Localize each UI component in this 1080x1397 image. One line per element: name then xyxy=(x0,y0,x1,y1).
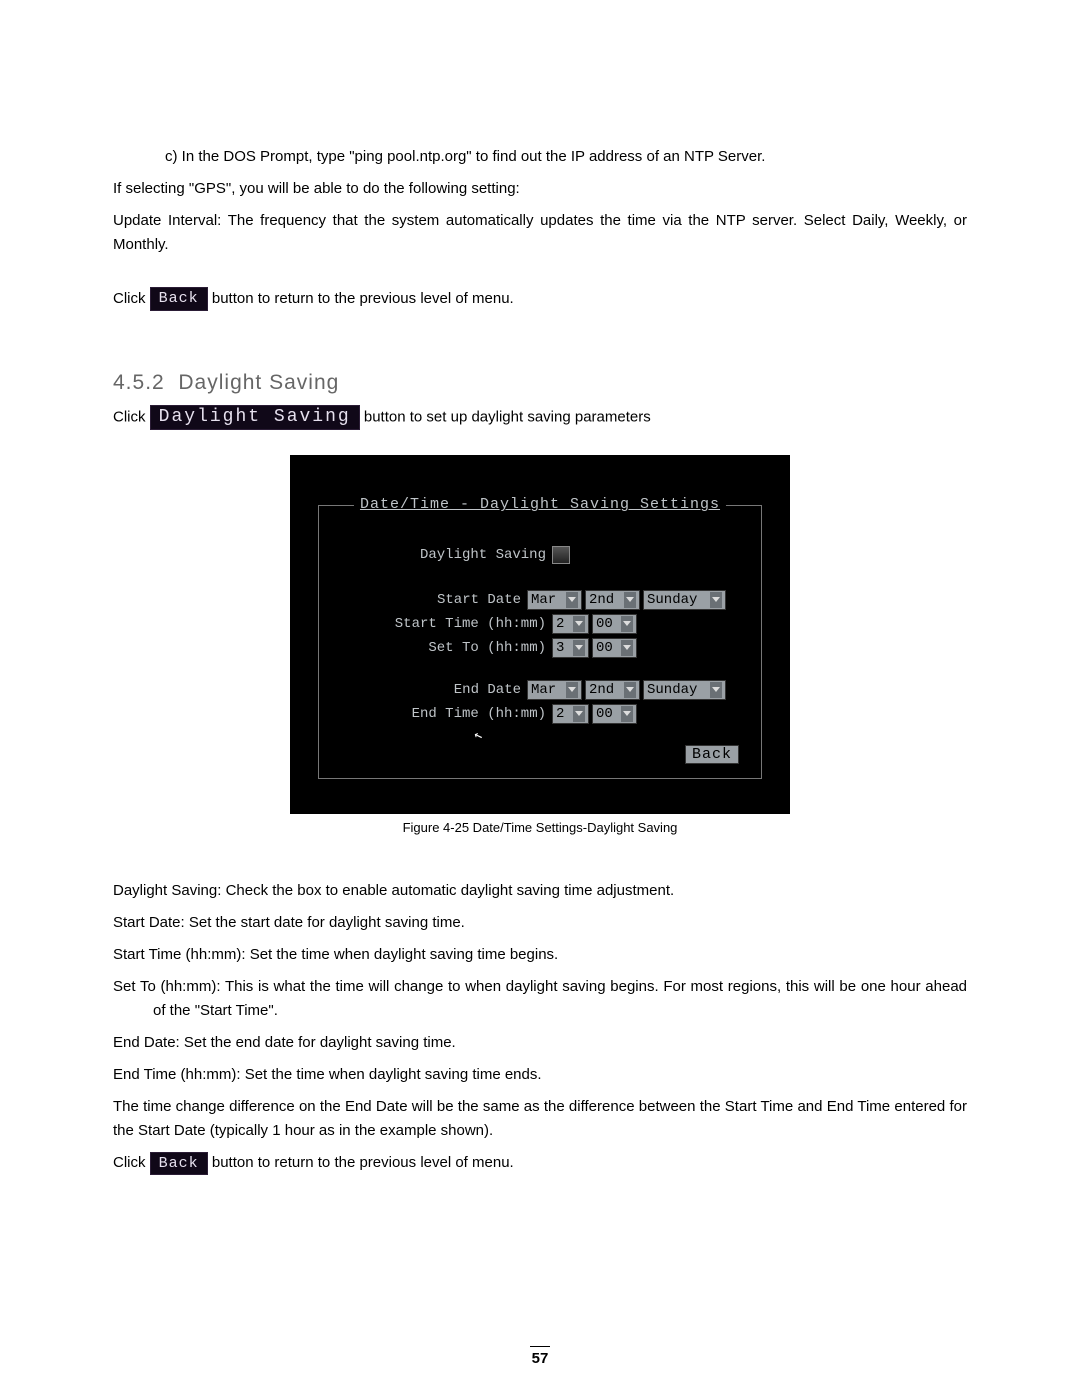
checkbox-daylight-saving[interactable] xyxy=(552,546,570,564)
def-enddate: End Date: Set the end date for daylight … xyxy=(113,1031,967,1055)
page-number-value: 57 xyxy=(532,1350,549,1367)
gps-line: If selecting "GPS", you will be able to … xyxy=(113,177,967,201)
chevron-down-icon xyxy=(710,592,722,608)
val-start-hour: 2 xyxy=(556,615,570,633)
row-set-to: Set To (hh:mm) 3 00 xyxy=(351,638,729,658)
label-set-to: Set To (hh:mm) xyxy=(351,640,552,656)
chevron-down-icon xyxy=(710,682,722,698)
page-number: 57 xyxy=(0,1346,1080,1367)
click-tail-3: button to return to the previous level o… xyxy=(212,1154,514,1171)
chevron-down-icon xyxy=(621,706,633,722)
update-interval-term: Update Interval: xyxy=(113,212,221,229)
chevron-down-icon xyxy=(624,682,636,698)
cursor-icon: ↖ xyxy=(471,726,485,745)
dvr-screenshot: Date/Time - Daylight Saving Settings Day… xyxy=(290,455,790,814)
row-start-date: Start Date Mar 2nd Sunday xyxy=(351,590,729,610)
val-setto-hour: 3 xyxy=(556,639,570,657)
select-end-day[interactable]: Sunday xyxy=(643,680,726,700)
select-end-month[interactable]: Mar xyxy=(527,680,582,700)
term-endtime: End Time (hh:mm): xyxy=(113,1066,241,1083)
row-daylight-saving: Daylight Saving xyxy=(351,546,729,564)
text-endtime: Set the time when daylight saving time e… xyxy=(241,1066,542,1083)
select-start-month[interactable]: Mar xyxy=(527,590,582,610)
gps-text: If selecting "GPS", you will be able to … xyxy=(113,180,520,197)
intro-c: c) In the DOS Prompt, type "ping pool.nt… xyxy=(113,145,967,169)
val-start-week: 2nd xyxy=(589,591,621,609)
chevron-down-icon xyxy=(624,592,636,608)
chevron-down-icon xyxy=(566,682,578,698)
def-setto: Set To (hh:mm): This is what the time wi… xyxy=(113,975,967,1023)
click-tail-1: button to return to the previous level o… xyxy=(212,290,514,307)
back-chip-2: Back xyxy=(150,1152,208,1176)
row-start-time: Start Time (hh:mm) 2 00 xyxy=(351,614,729,634)
chevron-down-icon xyxy=(573,616,585,632)
click-ds-line: Click Daylight Saving button to set up d… xyxy=(113,405,967,430)
update-interval-text: The frequency that the system automatica… xyxy=(113,212,967,253)
click-tail-2: button to set up daylight saving paramet… xyxy=(364,409,651,426)
text-enddate: Set the end date for daylight saving tim… xyxy=(180,1034,456,1051)
val-setto-min: 00 xyxy=(596,639,618,657)
text-setto: This is what the time will change to whe… xyxy=(153,978,967,1019)
section-title: Daylight Saving xyxy=(178,371,339,394)
term-startdate: Start Date: xyxy=(113,914,185,931)
val-end-week: 2nd xyxy=(589,681,621,699)
figure-caption: Figure 4-25 Date/Time Settings-Daylight … xyxy=(290,820,790,835)
label-end-date: End Date xyxy=(351,682,527,698)
label-daylight-saving: Daylight Saving xyxy=(351,547,552,563)
select-end-min[interactable]: 00 xyxy=(592,704,637,724)
select-end-week[interactable]: 2nd xyxy=(585,680,640,700)
select-end-hour[interactable]: 2 xyxy=(552,704,589,724)
val-end-min: 00 xyxy=(596,705,618,723)
daylight-saving-chip: Daylight Saving xyxy=(150,405,360,430)
tail-paragraph: The time change difference on the End Da… xyxy=(113,1095,967,1143)
chevron-down-icon xyxy=(573,706,585,722)
back-button[interactable]: Back xyxy=(685,745,739,764)
select-start-week[interactable]: 2nd xyxy=(585,590,640,610)
val-end-month: Mar xyxy=(531,681,563,699)
val-start-day: Sunday xyxy=(647,591,707,609)
val-start-min: 00 xyxy=(596,615,618,633)
text-startdate: Set the start date for daylight saving t… xyxy=(185,914,465,931)
term-daylight: Daylight Saving: xyxy=(113,882,221,899)
click-word-2: Click xyxy=(113,409,150,426)
def-starttime: Start Time (hh:mm): Set the time when da… xyxy=(113,943,967,967)
term-enddate: End Date: xyxy=(113,1034,180,1051)
chevron-down-icon xyxy=(621,640,633,656)
select-start-hour[interactable]: 2 xyxy=(552,614,589,634)
update-interval-line: Update Interval: The frequency that the … xyxy=(113,209,967,257)
term-starttime: Start Time (hh:mm): xyxy=(113,946,246,963)
select-setto-hour[interactable]: 3 xyxy=(552,638,589,658)
term-setto: Set To (hh:mm): xyxy=(113,978,221,995)
dvr-title: Date/Time - Daylight Saving Settings xyxy=(354,496,726,513)
click-back-line-2: Click Back button to return to the previ… xyxy=(113,1151,967,1175)
select-start-day[interactable]: Sunday xyxy=(643,590,726,610)
def-startdate: Start Date: Set the start date for dayli… xyxy=(113,911,967,935)
def-daylight: Daylight Saving: Check the box to enable… xyxy=(113,879,967,903)
val-end-hour: 2 xyxy=(556,705,570,723)
click-word-3: Click xyxy=(113,1154,150,1171)
chevron-down-icon xyxy=(621,616,633,632)
select-setto-min[interactable]: 00 xyxy=(592,638,637,658)
chevron-down-icon xyxy=(566,592,578,608)
click-word-1: Click xyxy=(113,290,150,307)
click-back-line-1: Click Back button to return to the previ… xyxy=(113,287,967,311)
back-chip-1: Back xyxy=(150,287,208,311)
text-daylight: Check the box to enable automatic daylig… xyxy=(221,882,674,899)
label-start-date: Start Date xyxy=(351,592,527,608)
section-heading: 4.5.2 Daylight Saving xyxy=(113,371,967,395)
row-end-date: End Date Mar 2nd Sunday xyxy=(351,680,729,700)
row-end-time: End Time (hh:mm) 2 00 xyxy=(351,704,729,724)
select-start-min[interactable]: 00 xyxy=(592,614,637,634)
section-number: 4.5.2 xyxy=(113,371,165,394)
label-start-time: Start Time (hh:mm) xyxy=(351,616,552,632)
val-start-month: Mar xyxy=(531,591,563,609)
label-end-time: End Time (hh:mm) xyxy=(351,706,552,722)
def-endtime: End Time (hh:mm): Set the time when dayl… xyxy=(113,1063,967,1087)
text-starttime: Set the time when daylight saving time b… xyxy=(246,946,559,963)
val-end-day: Sunday xyxy=(647,681,707,699)
chevron-down-icon xyxy=(573,640,585,656)
